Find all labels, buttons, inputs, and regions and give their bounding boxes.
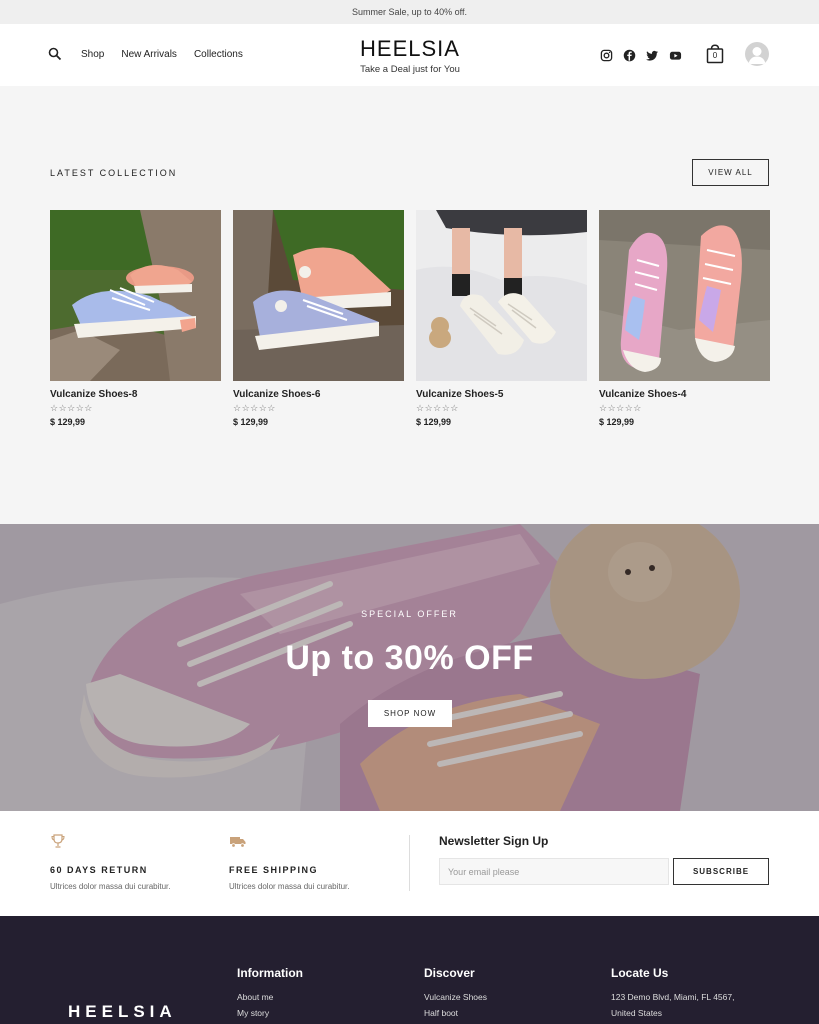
product-image[interactable]: [599, 210, 770, 381]
footer-link-about[interactable]: About me: [237, 993, 303, 1002]
shop-now-button[interactable]: SHOP NOW: [368, 700, 452, 727]
product-name[interactable]: Vulcanize Shoes-8: [50, 389, 221, 400]
divider: [409, 835, 410, 891]
rating-stars: ☆☆☆☆☆: [233, 403, 276, 413]
rating-stars: ☆☆☆☆☆: [50, 403, 93, 413]
feature-shipping: FREE SHIPPING Ultrices dolor massa dui c…: [229, 833, 350, 891]
promo-text: Summer Sale, up to 40% off.: [352, 7, 467, 17]
site-header: Shop New Arrivals Collections HEELSIA Ta…: [0, 24, 819, 86]
nav-shop[interactable]: Shop: [81, 49, 104, 60]
main-nav: Shop New Arrivals Collections: [81, 49, 243, 60]
feature-title: 60 DAYS RETURN: [50, 865, 148, 875]
twitter-icon[interactable]: [646, 49, 659, 62]
product-grid: Vulcanize Shoes-8 ☆☆☆☆☆ $ 129,99 Vulcani…: [50, 210, 770, 427]
email-input[interactable]: [439, 858, 669, 885]
product-price: $ 129,99: [50, 417, 86, 427]
feature-returns: 60 DAYS RETURN Ultrices dolor massa dui …: [50, 833, 171, 891]
footer-logo[interactable]: HEELSIA: [68, 1002, 177, 1022]
product-name[interactable]: Vulcanize Shoes-6: [233, 389, 404, 400]
features-strip: 60 DAYS RETURN Ultrices dolor massa dui …: [0, 811, 819, 916]
subscribe-button[interactable]: SUBSCRIBE: [673, 858, 769, 885]
product-price: $ 129,99: [416, 417, 452, 427]
nav-collections[interactable]: Collections: [194, 49, 243, 60]
product-price: $ 129,99: [599, 417, 635, 427]
promo-bar: Summer Sale, up to 40% off.: [0, 0, 819, 24]
footer-link-vulcanize[interactable]: Vulcanize Shoes: [424, 993, 487, 1002]
product-card[interactable]: Vulcanize Shoes-8 ☆☆☆☆☆ $ 129,99: [50, 210, 221, 427]
product-card[interactable]: Vulcanize Shoes-5 ☆☆☆☆☆ $ 129,99: [416, 210, 587, 427]
feature-desc: Ultrices dolor massa dui curabitur.: [229, 882, 350, 891]
footer-link-half-boot[interactable]: Half boot: [424, 1009, 487, 1018]
truck-icon: [230, 837, 246, 848]
youtube-icon[interactable]: [669, 49, 682, 62]
trophy-icon: [51, 834, 65, 848]
newsletter-title: Newsletter Sign Up: [439, 834, 549, 848]
nav-new-arrivals[interactable]: New Arrivals: [121, 49, 177, 60]
footer-heading: Locate Us: [611, 966, 669, 980]
footer-heading: Information: [237, 966, 303, 980]
product-price: $ 129,99: [233, 417, 269, 427]
site-footer: HEELSIA Information About me My story Di…: [0, 916, 819, 1024]
promo-banner: SPECIAL OFFER Up to 30% OFF SHOP NOW: [0, 524, 819, 811]
brand[interactable]: HEELSIA Take a Deal just for You: [310, 36, 510, 75]
rating-stars: ☆☆☆☆☆: [416, 403, 459, 413]
cart-count: 0: [712, 51, 718, 60]
product-name[interactable]: Vulcanize Shoes-4: [599, 389, 770, 400]
footer-address-country: United States: [611, 1008, 663, 1018]
section-title: LATEST COLLECTION: [50, 168, 178, 178]
product-image[interactable]: [416, 210, 587, 381]
product-card[interactable]: Vulcanize Shoes-4 ☆☆☆☆☆ $ 129,99: [599, 210, 770, 427]
product-name[interactable]: Vulcanize Shoes-5: [416, 389, 587, 400]
footer-link-story[interactable]: My story: [237, 1009, 303, 1018]
feature-title: FREE SHIPPING: [229, 865, 319, 875]
view-all-button[interactable]: VIEW ALL: [692, 159, 769, 186]
feature-desc: Ultrices dolor massa dui curabitur.: [50, 882, 171, 891]
user-avatar[interactable]: [745, 42, 769, 66]
user-icon: [748, 47, 766, 64]
footer-heading: Discover: [424, 966, 475, 980]
offer-headline: Up to 30% OFF: [285, 639, 534, 677]
brand-logo[interactable]: HEELSIA: [310, 36, 510, 62]
search-icon[interactable]: [48, 47, 62, 61]
footer-col-locate: Locate Us 123 Demo Blvd, Miami, FL 4567,…: [611, 966, 734, 1017]
footer-col-information: Information About me My story: [237, 966, 303, 1017]
facebook-icon[interactable]: [623, 49, 636, 62]
brand-tagline: Take a Deal just for You: [360, 64, 460, 75]
product-image[interactable]: [233, 210, 404, 381]
product-image[interactable]: [50, 210, 221, 381]
rating-stars: ☆☆☆☆☆: [599, 403, 642, 413]
product-card[interactable]: Vulcanize Shoes-6 ☆☆☆☆☆ $ 129,99: [233, 210, 404, 427]
social-links: [600, 49, 682, 62]
footer-address-line: 123 Demo Blvd, Miami, FL 4567,: [611, 992, 735, 1002]
instagram-icon[interactable]: [600, 49, 613, 62]
offer-eyebrow: SPECIAL OFFER: [361, 609, 458, 619]
footer-col-discover: Discover Vulcanize Shoes Half boot: [424, 966, 487, 1017]
cart-button[interactable]: 0: [706, 44, 724, 64]
